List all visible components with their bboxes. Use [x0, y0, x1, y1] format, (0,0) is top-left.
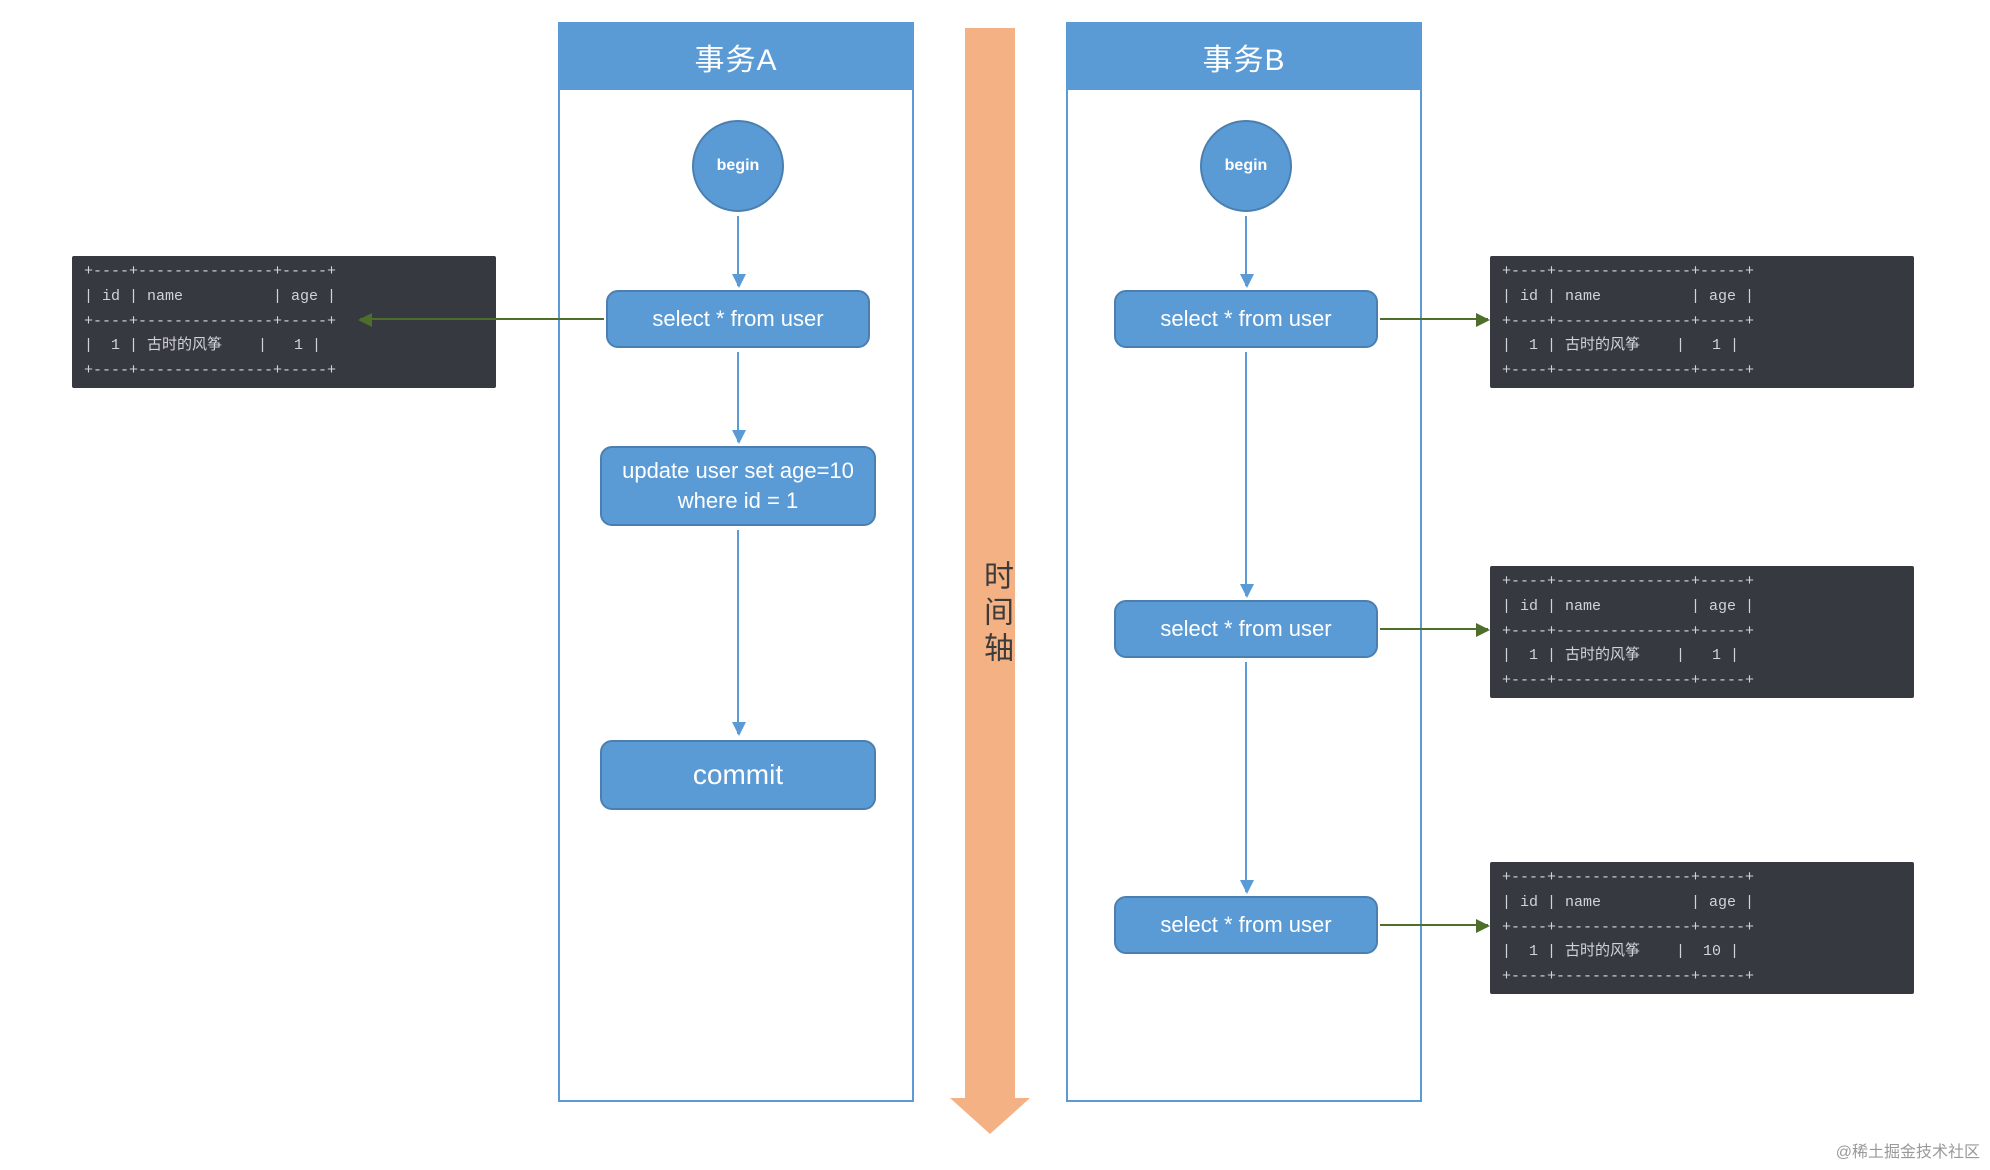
result-footer: +----+---------------+-----+: [1502, 362, 1754, 379]
result-footer: +----+---------------+-----+: [84, 362, 336, 379]
result-row: | 1 | 古时的风筝 | 1 |: [1502, 337, 1739, 354]
result-footer: +----+---------------+-----+: [1502, 968, 1754, 985]
arrow-a-update-commit: [737, 530, 739, 734]
result-header: +----+---------------+-----+ | id | name…: [84, 263, 336, 330]
result-header: +----+---------------+-----+ | id | name…: [1502, 573, 1754, 640]
result-header: +----+---------------+-----+ | id | name…: [1502, 263, 1754, 330]
result-row: | 1 | 古时的风筝 | 1 |: [1502, 647, 1739, 664]
result-table-b2: +----+---------------+-----+ | id | name…: [1490, 566, 1914, 698]
tx-a-select: select * from user: [606, 290, 870, 348]
result-header: +----+---------------+-----+ | id | name…: [1502, 869, 1754, 936]
watermark: @稀土掘金技术社区: [1836, 1138, 1980, 1162]
tx-a-commit: commit: [600, 740, 876, 810]
result-table-b3: +----+---------------+-----+ | id | name…: [1490, 862, 1914, 994]
arrow-a-begin-select: [737, 216, 739, 286]
arrow-a-select-result: [360, 318, 604, 320]
tx-a-update: update user set age=10 where id = 1: [600, 446, 876, 526]
result-footer: +----+---------------+-----+: [1502, 672, 1754, 689]
tx-b-select-2: select * from user: [1114, 600, 1378, 658]
tx-b-select-3: select * from user: [1114, 896, 1378, 954]
arrow-b1-result: [1380, 318, 1488, 320]
result-table-a: +----+---------------+-----+ | id | name…: [72, 256, 496, 388]
arrow-b-s2-s3: [1245, 662, 1247, 892]
result-row: | 1 | 古时的风筝 | 10 |: [1502, 943, 1739, 960]
result-row: | 1 | 古时的风筝 | 1 |: [84, 337, 321, 354]
result-table-b1: +----+---------------+-----+ | id | name…: [1490, 256, 1914, 388]
transaction-b-title: 事务B: [1068, 24, 1420, 90]
arrow-b3-result: [1380, 924, 1488, 926]
tx-a-begin: begin: [692, 120, 784, 212]
diagram-canvas: 事务A 事务B 时间轴 begin select * from user upd…: [0, 0, 1990, 1170]
arrow-b-s1-s2: [1245, 352, 1247, 596]
transaction-a-title: 事务A: [560, 24, 912, 90]
arrow-b-begin-s1: [1245, 216, 1247, 286]
arrow-b2-result: [1380, 628, 1488, 630]
timeline-label: 时间轴: [973, 560, 1017, 668]
tx-b-begin: begin: [1200, 120, 1292, 212]
arrow-a-select-update: [737, 352, 739, 442]
tx-b-select-1: select * from user: [1114, 290, 1378, 348]
